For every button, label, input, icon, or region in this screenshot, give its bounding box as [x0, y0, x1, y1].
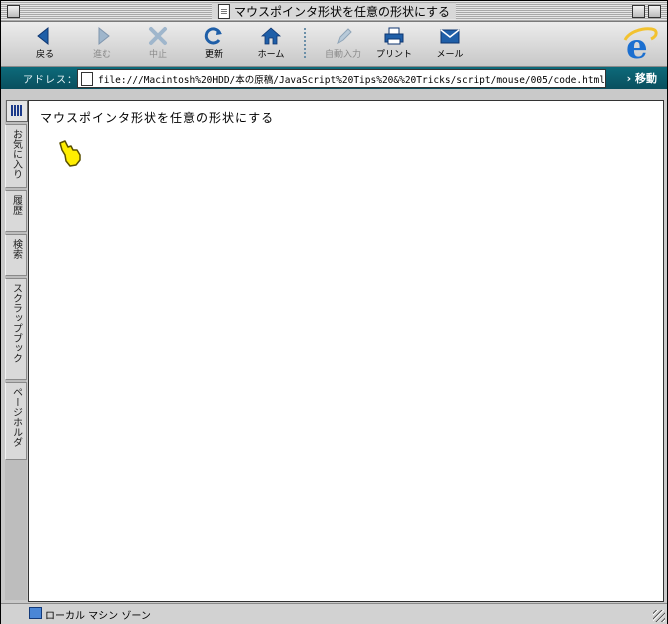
home-icon — [260, 27, 282, 45]
title-bar[interactable]: マウスポインタ形状を任意の形状にする — [1, 1, 667, 22]
home-button[interactable]: ホーム — [245, 24, 297, 64]
sidebar-tab-search[interactable]: 検索 — [5, 234, 27, 276]
explorer-bar-toggle[interactable] — [6, 100, 28, 122]
sidebar-toggle-icon — [11, 105, 23, 116]
mail-button[interactable]: メール — [424, 24, 476, 64]
forward-button[interactable]: 進む — [76, 24, 128, 64]
sidebar-tab-scrapbook[interactable]: スクラップブック — [5, 278, 27, 380]
page-document-icon — [81, 71, 93, 86]
address-field[interactable]: file:///Macintosh%20HDD/本の原稿/JavaScript%… — [77, 69, 606, 88]
print-button[interactable]: プリント — [368, 24, 420, 64]
forward-arrow-icon — [98, 26, 110, 46]
sidebar-tab-label: ページホルダ — [10, 387, 22, 447]
address-bar: アドレス： file:///Macintosh%20HDD/本の原稿/JavaS… — [1, 67, 667, 89]
svg-text:e: e — [626, 27, 648, 62]
chevron-right-icon: › — [626, 72, 632, 85]
custom-cursor-hand-icon — [59, 140, 81, 167]
refresh-button[interactable]: 更新 — [188, 24, 240, 64]
resize-grip[interactable] — [653, 610, 665, 622]
stop-button[interactable]: 中止 — [132, 24, 184, 64]
security-zone-text: ローカル マシン ゾーン — [45, 611, 151, 622]
page-heading: マウスポインタ形状を任意の形状にする — [40, 111, 275, 125]
local-machine-icon — [29, 607, 42, 619]
back-button[interactable]: 戻る — [19, 24, 71, 64]
refresh-label: 更新 — [204, 50, 223, 60]
go-button[interactable]: › 移動 — [627, 70, 657, 86]
zoom-box[interactable] — [632, 5, 645, 18]
internet-explorer-logo: e — [623, 27, 658, 62]
forward-label: 進む — [92, 50, 111, 60]
document-icon — [217, 3, 230, 19]
back-arrow-icon — [37, 26, 49, 46]
mail-label: メール — [436, 50, 464, 60]
toolbar-separator — [304, 28, 306, 60]
window-title-group: マウスポインタ形状を任意の形状にする — [211, 3, 457, 19]
close-box[interactable] — [7, 5, 20, 18]
sidebar-tab-favorites[interactable]: お気に入り — [5, 124, 27, 188]
autofill-button[interactable]: 自動入力 — [311, 24, 375, 64]
window-title: マウスポインタ形状を任意の形状にする — [233, 4, 451, 19]
stop-label: 中止 — [148, 50, 167, 60]
home-label: ホーム — [257, 50, 285, 60]
sidebar-tab-page-holder[interactable]: ページホルダ — [5, 382, 27, 460]
print-label: プリント — [375, 50, 412, 60]
sidebar-tab-label: スクラップブック — [10, 283, 22, 363]
stop-x-icon — [149, 27, 167, 45]
sidebar-tab-label: 検索 — [10, 239, 22, 259]
sidebar-tab-label: お気に入り — [10, 129, 22, 179]
autofill-label: 自動入力 — [324, 50, 361, 60]
address-url[interactable]: file:///Macintosh%20HDD/本の原稿/JavaScript%… — [98, 72, 605, 86]
page-content[interactable]: マウスポインタ形状を任意の形状にする — [28, 100, 664, 602]
collapse-box[interactable] — [648, 5, 661, 18]
refresh-icon — [204, 27, 222, 45]
browser-window: マウスポインタ形状を任意の形状にする 戻る 進む 中止 更新 ホーム 自動入力 … — [0, 0, 668, 624]
toolbar: 戻る 進む 中止 更新 ホーム 自動入力 プリント メール e — [1, 22, 667, 67]
sidebar-tab-label: 履歴 — [10, 195, 22, 215]
status-bar: ローカル マシン ゾーン — [1, 603, 667, 624]
autofill-pen-icon — [337, 28, 352, 45]
explorer-bar: お気に入り 履歴 検索 スクラップブック ページホルダ — [5, 100, 28, 600]
sidebar-tab-history[interactable]: 履歴 — [5, 190, 27, 232]
go-label: 移動 — [635, 72, 657, 85]
printer-icon — [384, 27, 404, 45]
address-label: アドレス： — [23, 75, 78, 86]
mail-icon — [440, 29, 460, 44]
back-label: 戻る — [35, 50, 54, 60]
